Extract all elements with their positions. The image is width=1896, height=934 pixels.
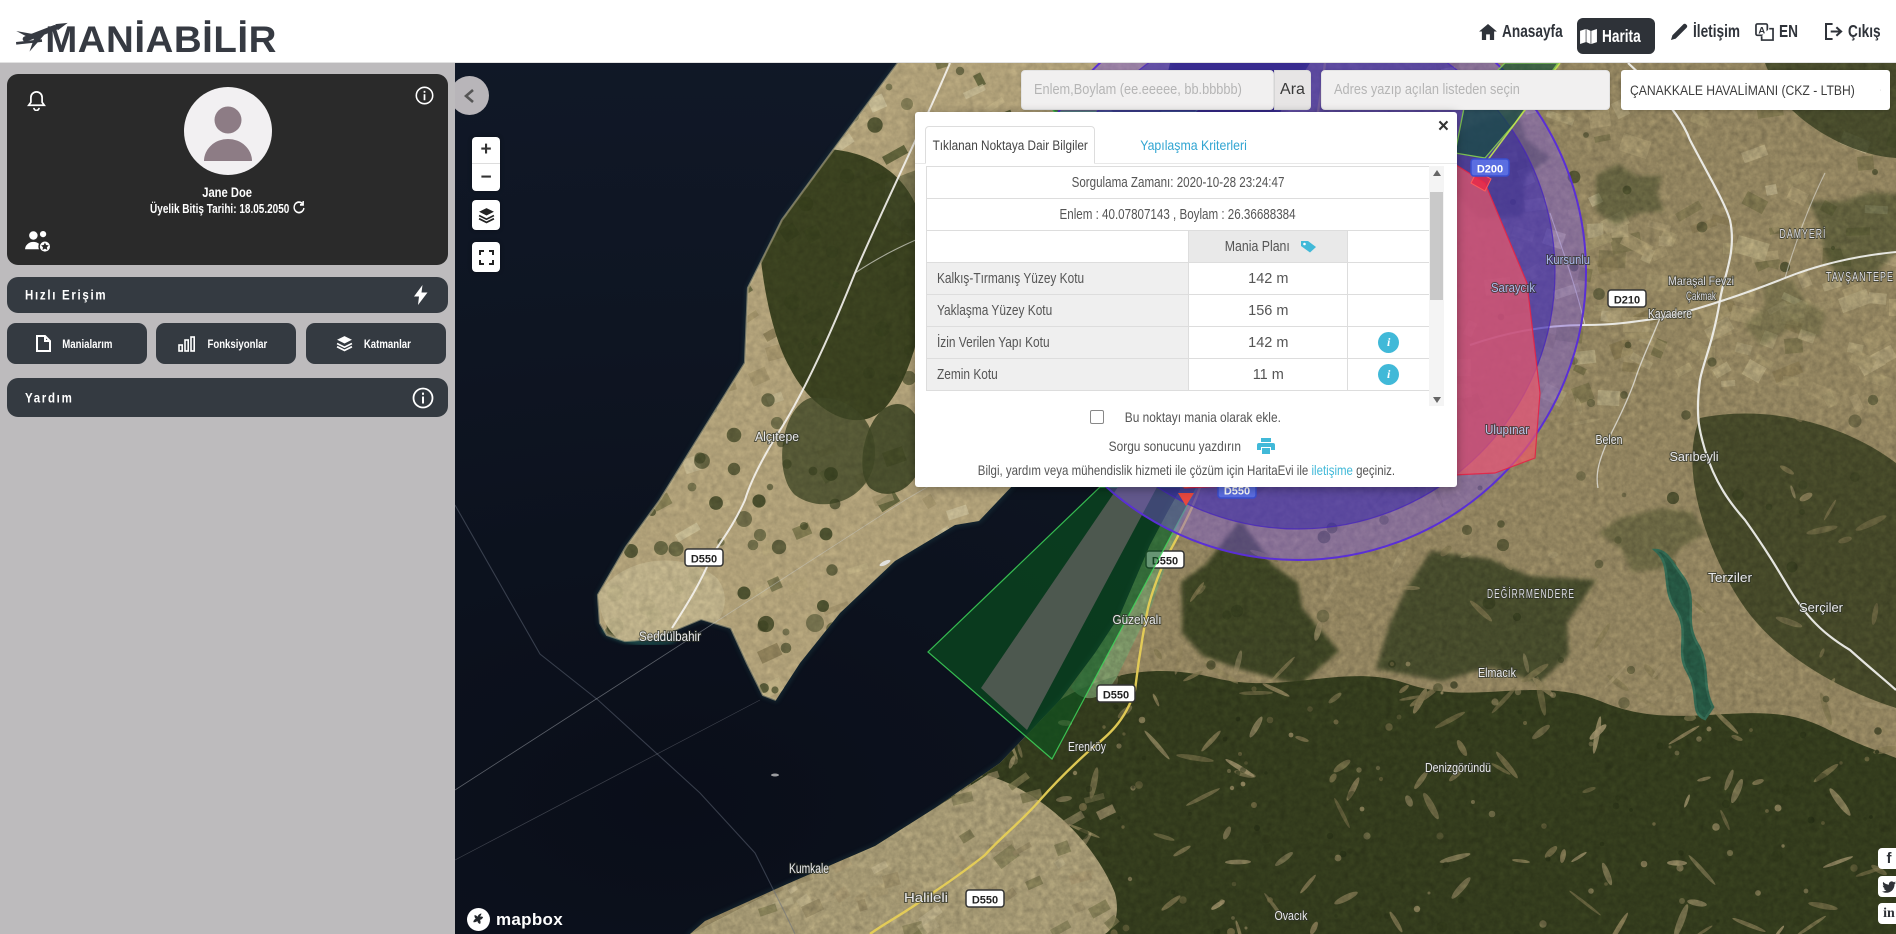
svg-text:DAMYERİ: DAMYERİ xyxy=(1780,227,1827,241)
svg-text:D550: D550 xyxy=(691,554,717,566)
svg-text:D550: D550 xyxy=(972,895,998,907)
svg-text:Saraycık: Saraycık xyxy=(1491,280,1535,295)
svg-text:Maraşal Fevzi: Maraşal Fevzi xyxy=(1668,274,1734,288)
svg-text:D550: D550 xyxy=(1224,486,1250,498)
svg-text:Elmacık: Elmacık xyxy=(1478,665,1516,680)
svg-text:Güzelyalı: Güzelyalı xyxy=(1113,612,1162,627)
svg-text:Belen: Belen xyxy=(1596,432,1623,447)
svg-text:Terziler: Terziler xyxy=(1708,570,1753,585)
svg-text:Serçiler: Serçiler xyxy=(1799,600,1844,615)
svg-text:Denizgöründü: Denizgöründü xyxy=(1425,760,1491,775)
svg-text:Erenköy: Erenköy xyxy=(1068,739,1106,754)
svg-text:Kayadere: Kayadere xyxy=(1648,306,1692,321)
svg-text:Çakmak: Çakmak xyxy=(1686,289,1717,303)
svg-text:Ulupınar: Ulupınar xyxy=(1485,422,1530,437)
svg-text:Halileli: Halileli xyxy=(904,890,948,905)
svg-text:Kursunlu: Kursunlu xyxy=(1546,252,1590,267)
svg-text:Sarıbeyli: Sarıbeyli xyxy=(1670,449,1719,464)
svg-text:Alçıtepe: Alçıtepe xyxy=(755,429,799,444)
svg-text:Kumkale: Kumkale xyxy=(789,861,829,876)
svg-text:D210: D210 xyxy=(1614,295,1640,307)
svg-text:D200: D200 xyxy=(1477,164,1503,176)
svg-text:Ovacık: Ovacık xyxy=(1275,908,1308,923)
svg-text:TAVŞANTEPE: TAVŞANTEPE xyxy=(1826,270,1894,284)
svg-text:Seddülbahir: Seddülbahir xyxy=(639,629,701,644)
svg-text:DEĞİRRMENDERE: DEĞİRRMENDERE xyxy=(1487,586,1575,601)
svg-text:D550: D550 xyxy=(1103,690,1129,702)
